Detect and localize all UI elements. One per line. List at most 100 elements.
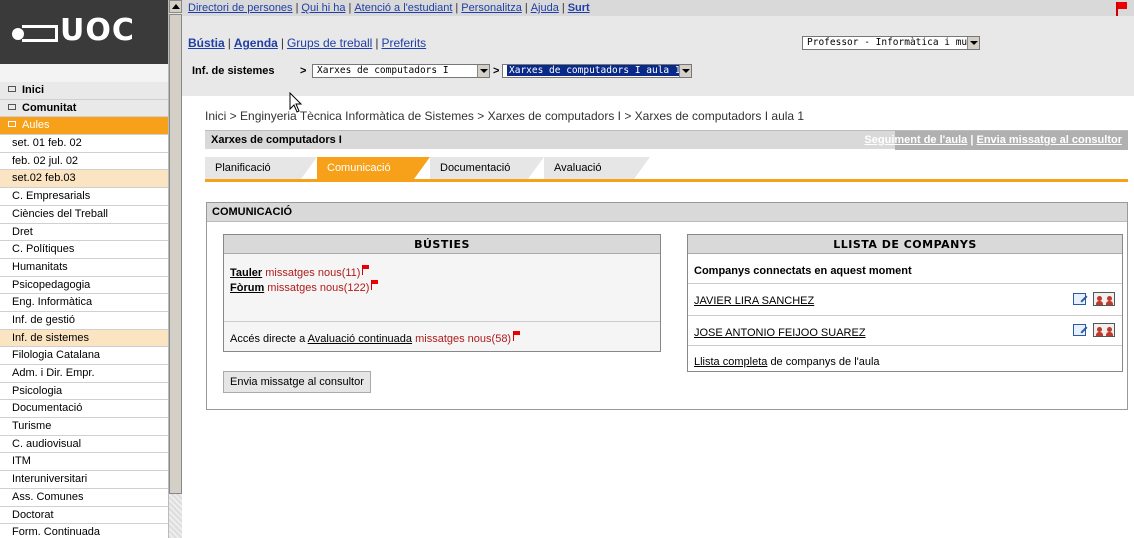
sidebar-item-label: Comunitat	[22, 101, 77, 114]
send-message-icon[interactable]	[1073, 293, 1086, 305]
course-nav-bar: Inf. de sistemes > Xarxes de computadors…	[182, 56, 1134, 96]
course-select[interactable]: Xarxes de computadors I	[312, 64, 490, 78]
role-select-value: Professor - Informàtica i multimèdia	[807, 37, 979, 48]
link-personalitza[interactable]: Personalitza	[461, 2, 522, 14]
full-list-link[interactable]: Llista completa	[694, 356, 767, 368]
sidebar-item-label: C. Polítiques	[12, 243, 75, 256]
sidebar-item[interactable]: Documentació	[0, 400, 168, 419]
sidebar-item-label: Eng. Informàtica	[12, 296, 93, 309]
breadcrumb[interactable]: Inici > Enginyeria Tècnica Informàtica d…	[205, 109, 804, 123]
access-count: missatges nous(58)	[415, 333, 512, 345]
avaluacio-continuada-link[interactable]: Avaluació continuada	[308, 333, 412, 345]
sidebar-item-label: Filologia Catalana	[12, 349, 101, 362]
seguiment-link[interactable]: Seguiment de l'aula	[864, 134, 967, 146]
tab-comunicacio[interactable]: Comunicació	[317, 157, 430, 179]
tab-documentacio[interactable]: Documentació	[430, 157, 544, 179]
forum-line: Fòrum missatges nous(122)	[230, 280, 379, 294]
sidebar-item-label: Turisme	[12, 420, 52, 433]
sidebar-item[interactable]: Turisme	[0, 418, 168, 436]
sidebar-item-label: Inf. de sistemes	[12, 331, 90, 344]
sidebar-item[interactable]: Doctorat	[0, 506, 168, 525]
sidebar-item[interactable]: Comunitat	[0, 99, 168, 118]
sidebar-item[interactable]: feb. 02 jul. 02	[0, 152, 168, 171]
subnav-preferits[interactable]: Preferits	[381, 36, 426, 50]
tab-planificacio[interactable]: Planificació	[205, 157, 317, 179]
send-message-icon[interactable]	[1073, 324, 1086, 336]
sidebar-item[interactable]: ITM	[0, 453, 168, 472]
tab-underline	[205, 179, 1128, 182]
sidebar-item-label: C. audiovisual	[12, 437, 82, 450]
subnav-bustia[interactable]: Bústia	[188, 36, 225, 50]
sidebar-item-label: Aules	[22, 119, 50, 132]
expand-icon	[8, 86, 16, 92]
tauler-link[interactable]: Tauler	[230, 267, 262, 279]
aula-select-value: Xarxes de computadors I aula 1	[507, 65, 683, 76]
course-bar: Xarxes de computadors I Seguiment de l'a…	[205, 130, 1128, 150]
user-profile-icon[interactable]	[1093, 292, 1115, 306]
sidebar-item[interactable]: C. Polítiques	[0, 241, 168, 259]
subnav-grups[interactable]: Grups de treball	[287, 36, 372, 50]
forum-link[interactable]: Fòrum	[230, 282, 264, 294]
vertical-scrollbar[interactable]	[168, 0, 182, 538]
person-row: JOSE ANTONIO FEIJOO SUAREZ	[694, 327, 866, 339]
sidebar-item-label: C. Empresarials	[12, 190, 91, 203]
link-surt[interactable]: Surt	[568, 2, 590, 14]
panel-title: COMUNICACIÓ	[207, 203, 1127, 222]
link-atencio[interactable]: Atenció a l'estudiant	[354, 2, 452, 14]
aula-select[interactable]: Xarxes de computadors I aula 1	[502, 64, 692, 78]
sidebar-item[interactable]: Humanitats	[0, 258, 168, 277]
sidebar-item[interactable]: Ass. Comunes	[0, 488, 168, 507]
sidebar-item[interactable]: set. 01 feb. 02	[0, 135, 168, 153]
sidebar-item[interactable]: set.02 feb.03	[0, 170, 168, 189]
link-qui-hi-ha[interactable]: Qui hi ha	[301, 2, 345, 14]
person-link[interactable]: JOSE ANTONIO FEIJOO SUAREZ	[694, 327, 866, 339]
subnav-agenda[interactable]: Agenda	[234, 36, 278, 50]
companys-subtitle: Companys connectats en aquest moment	[694, 265, 912, 277]
sidebar-item[interactable]: Aules	[0, 117, 168, 136]
forum-count: missatges nous(122)	[267, 282, 370, 294]
link-directori[interactable]: Directori de persones	[188, 2, 293, 14]
role-select[interactable]: Professor - Informàtica i multimèdia	[802, 36, 980, 50]
sidebar-item[interactable]: Inf. de sistemes	[0, 329, 168, 348]
sidebar-item[interactable]: Ciències del Treball	[0, 205, 168, 224]
logo-text: UOC	[60, 13, 135, 48]
scroll-track[interactable]	[169, 494, 182, 538]
sidebar-item[interactable]: Form. Continuada	[0, 524, 168, 538]
top-bar: Directori de persones | Qui hi ha | Atenció …	[182, 0, 1134, 16]
send-consultor-button[interactable]: Envia missatge al consultor	[223, 371, 371, 393]
sidebar-item[interactable]: Filologia Catalana	[0, 347, 168, 365]
chevron-down-icon[interactable]	[477, 65, 489, 77]
sidebar-item[interactable]: Inici	[0, 82, 168, 100]
sidebar-item-label: ITM	[12, 455, 31, 468]
course-nav-sep: >	[493, 65, 500, 77]
sidebar-item[interactable]: Psicologia	[0, 382, 168, 401]
sidebar: UOC Inici Comunitat Aules set. 01 feb. 02 fe…	[0, 0, 168, 538]
tab-avaluacio[interactable]: Avaluació	[544, 157, 650, 179]
flag-icon[interactable]	[1116, 2, 1128, 16]
sidebar-item[interactable]: Psicopedagogia	[0, 276, 168, 295]
scroll-up-icon[interactable]	[169, 0, 182, 13]
sidebar-item[interactable]: C. Empresarials	[0, 188, 168, 206]
sidebar-item-label: Humanitats	[12, 260, 68, 273]
sidebar-item-label: set.02 feb.03	[12, 172, 76, 185]
flag-icon	[513, 331, 521, 341]
sidebar-item-label: set. 01 feb. 02	[12, 137, 82, 150]
chevron-down-icon[interactable]	[967, 37, 979, 49]
logo-box-icon	[22, 25, 58, 42]
scroll-thumb[interactable]	[169, 14, 182, 494]
sidebar-item[interactable]: Interuniversitari	[0, 471, 168, 489]
sidebar-item[interactable]: C. audiovisual	[0, 435, 168, 454]
sidebar-item[interactable]: Dret	[0, 223, 168, 242]
sidebar-item[interactable]: Eng. Informàtica	[0, 294, 168, 312]
expand-icon	[8, 103, 16, 110]
link-ajuda[interactable]: Ajuda	[531, 2, 559, 14]
sidebar-item[interactable]: Inf. de gestió	[0, 311, 168, 330]
busties-title: BÚSTIES	[224, 235, 660, 254]
person-link[interactable]: JAVIER LIRA SANCHEZ	[694, 295, 814, 307]
uoc-logo[interactable]: UOC	[0, 0, 168, 64]
chevron-down-icon[interactable]	[679, 65, 691, 77]
sidebar-item[interactable]: Adm. i Dir. Empr.	[0, 365, 168, 383]
user-profile-icon[interactable]	[1093, 323, 1115, 337]
comunicacio-panel: COMUNICACIÓ BÚSTIES Tauler missatges nou…	[206, 202, 1128, 410]
envia-consultor-link[interactable]: Envia missatge al consultor	[977, 134, 1123, 146]
